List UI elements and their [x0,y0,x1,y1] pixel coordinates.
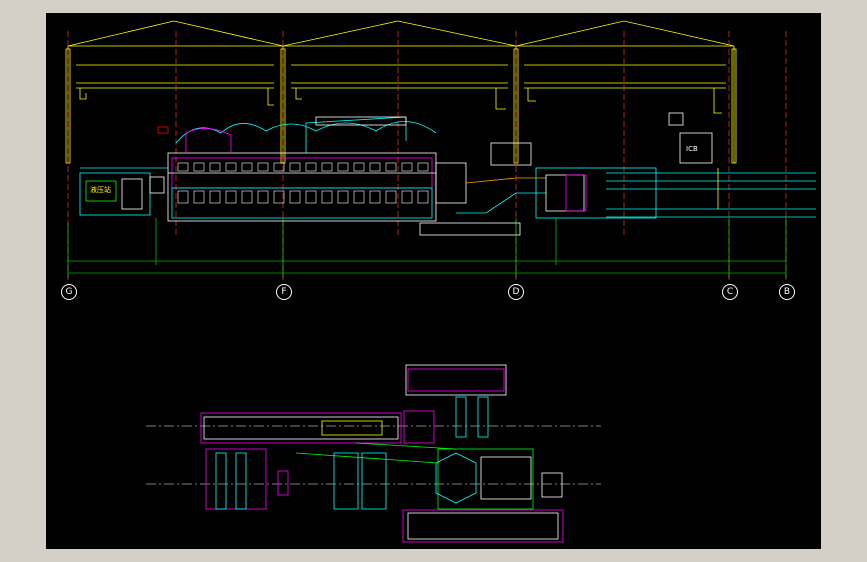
plan-discharge-area [295,364,564,543]
control-cab-label: ICB [686,145,698,153]
axis-marker-g: G [61,284,77,300]
axis-marker-d: D [508,284,524,300]
cad-drawing [65,20,816,543]
axis-marker-f: F [276,284,292,300]
building-roof [65,20,737,164]
furnace-burners [177,162,429,204]
dimension-lines [67,218,787,278]
hydraulic-room-label: 液压站 [90,186,111,194]
cad-drawing-canvas[interactable]: G F D C B 液压站 ICB [46,13,821,549]
axis-marker-b: B [779,284,795,300]
furnace-body [157,116,437,222]
roller-table [419,112,816,236]
axis-grid-lines [67,31,787,283]
axis-marker-c: C [722,284,738,300]
